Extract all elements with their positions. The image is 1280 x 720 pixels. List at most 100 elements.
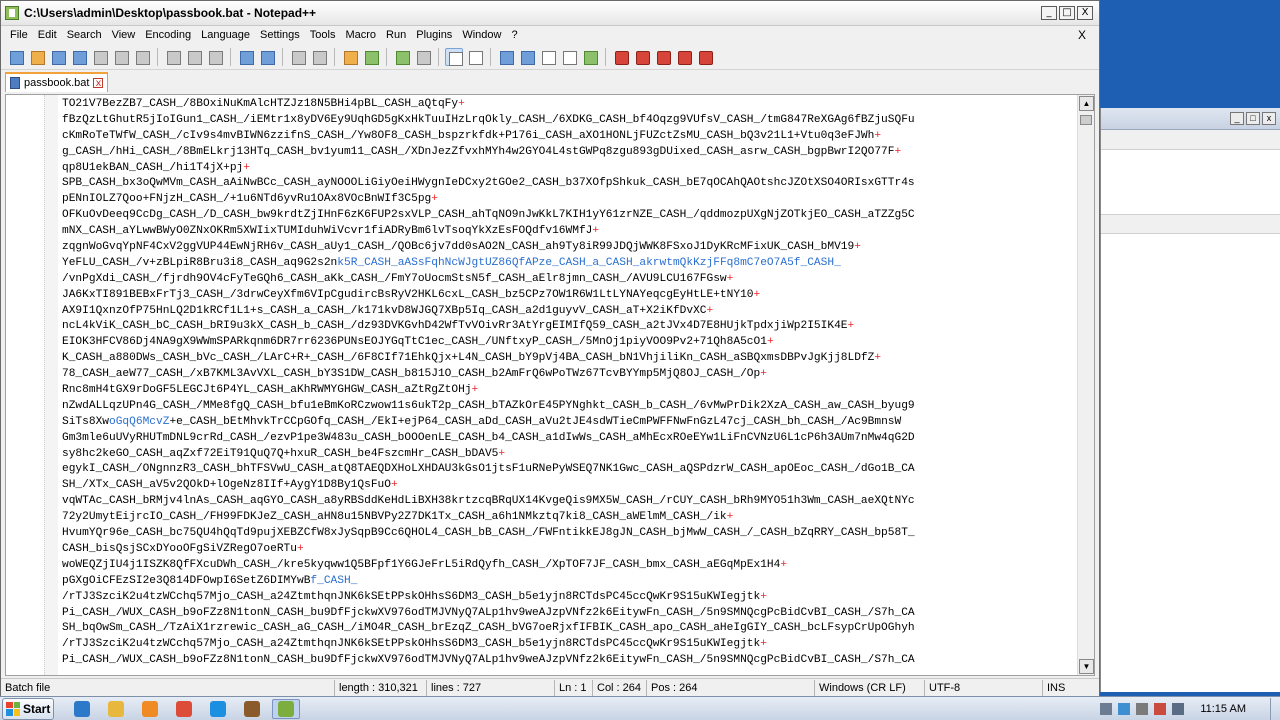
code-line[interactable]: Rnc8mH4tGX9rDoGF5LEGCJt6P4YL_CASH_aKhRWM… <box>62 383 1080 399</box>
code-line[interactable]: fBzQzLtGhutR5jIoIGun1_CASH_/iEMtr1x8yDV6… <box>62 113 1080 129</box>
code-line[interactable]: nZwdALLqzUPn4G_CASH_/MMe8fgQ_CASH_bfu1eB… <box>62 399 1080 415</box>
menu-search[interactable]: Search <box>62 29 107 41</box>
code-line[interactable]: cKmRoTeTWfW_CASH_/cIv9s4mvBIWN6zzifnS_CA… <box>62 129 1080 145</box>
find-icon[interactable] <box>289 48 307 66</box>
flag-icon[interactable] <box>1154 702 1167 715</box>
monitor-icon[interactable] <box>581 48 599 66</box>
monitor-icon[interactable] <box>1172 702 1185 715</box>
vertical-scrollbar[interactable]: ▲ ▼ <box>1077 95 1094 675</box>
code-line[interactable]: OFKuOvDeeq9CcDg_CASH_/D_CASH_bw9krdtZjIH… <box>62 208 1080 224</box>
maximize-button[interactable]: □ <box>1059 6 1075 20</box>
paste-icon[interactable] <box>206 48 224 66</box>
title-bar[interactable]: C:\Users\admin\Desktop\passbook.bat - No… <box>1 1 1099 26</box>
save-icon[interactable] <box>49 48 67 66</box>
tray-arrow-icon[interactable] <box>1100 702 1113 715</box>
menu-file[interactable]: File <box>5 29 33 41</box>
code-line[interactable]: pENnIOLZ7Qoo+FNjzH_CASH_/+1u6NTd6yvRu1OA… <box>62 192 1080 208</box>
print-icon[interactable] <box>133 48 151 66</box>
code-line[interactable]: TO21V7BezZB7_CASH_/8BOxiNuKmAlcHTZJz18N5… <box>62 97 1080 113</box>
code-line[interactable]: egykI_CASH_/ONgnnzR3_CASH_bhTFSVwU_CASH_… <box>62 462 1080 478</box>
taskbar-app-tools[interactable] <box>238 699 266 719</box>
code-line[interactable]: SH_/XTx_CASH_aV5v2QOkD+lOgeNz8IIf+AygY1D… <box>62 478 1080 494</box>
code-line[interactable]: SH_bqOwSm_CASH_/TzAiX1rzrewic_CASH_aG_CA… <box>62 621 1080 637</box>
word-wrap-icon[interactable] <box>445 47 463 66</box>
show-all-chars-icon[interactable] <box>466 48 484 66</box>
code-line[interactable]: qp8U1ekBAN_CASH_/hi1T4jX+pj+ <box>62 161 1080 177</box>
code-line[interactable]: woWEQZjIU4j1ISZK8QfFXcuDWh_CASH_/kre5kyq… <box>62 558 1080 574</box>
code-line[interactable]: pGXgOiCFEzSI2e3Q814DFOwpI6SetZ6DIMYwBf_C… <box>62 574 1080 590</box>
code-line[interactable]: 72y2UmytEijrcIO_CASH_/FH99FDKJeZ_CASH_aH… <box>62 510 1080 526</box>
menu-run[interactable]: Run <box>381 29 411 41</box>
code-line[interactable]: Gm3mle6uUVyRHUTmDNL9crRd_CASH_/ezvP1pe3W… <box>62 431 1080 447</box>
save-macro-icon[interactable] <box>696 48 714 66</box>
code-line[interactable]: sy8hc2keGO_CASH_aqZxf72EiT91QuQ7Q+hxuR_C… <box>62 447 1080 463</box>
code-line[interactable]: EIOK3HFCV86Dj4NA9gX9WWmSPARkqnm6DR7rr623… <box>62 335 1080 351</box>
replace-icon[interactable] <box>310 48 328 66</box>
code-line[interactable]: g_CASH_/hHi_CASH_/8BmELkrj13HTq_CASH_bv1… <box>62 145 1080 161</box>
taskbar-app-notepadpp[interactable] <box>272 698 300 719</box>
menu-macro[interactable]: Macro <box>340 29 381 41</box>
scroll-thumb[interactable] <box>1080 115 1092 125</box>
bg-maximize-button[interactable]: □ <box>1246 112 1260 125</box>
code-line[interactable]: zqgnWoGvqYpNF4CxV2ggVUP44EwNjRH6v_CASH_a… <box>62 240 1080 256</box>
open-file-icon[interactable] <box>28 48 46 66</box>
document-map-icon[interactable] <box>518 48 536 66</box>
stop-record-icon[interactable] <box>633 48 651 66</box>
fold-margin[interactable] <box>44 95 58 675</box>
function-list-icon[interactable] <box>539 48 557 66</box>
folder-workspace-icon[interactable] <box>560 48 578 66</box>
code-line[interactable]: YeFLU_CASH_/v+zBLpiR8Bru3i8_CASH_aq9G2s2… <box>62 256 1080 272</box>
code-line[interactable]: HvumYQr96e_CASH_bc75QU4hQqTd9pujXEBZCfW8… <box>62 526 1080 542</box>
code-text[interactable]: TO21V7BezZB7_CASH_/8BOxiNuKmAlcHTZJz18N5… <box>62 97 1080 673</box>
sync-vertical-icon[interactable] <box>393 48 411 66</box>
network-icon[interactable] <box>1118 702 1131 715</box>
code-line[interactable]: JA6KxTI891BEBxFrTj3_CASH_/3drwCeyXfm6VIp… <box>62 288 1080 304</box>
zoom-in-icon[interactable] <box>341 48 359 66</box>
play-multiple-icon[interactable] <box>675 48 693 66</box>
code-line[interactable]: K_CASH_a880DWs_CASH_bVc_CASH_/LArC+R+_CA… <box>62 351 1080 367</box>
bg-minimize-button[interactable]: _ <box>1230 112 1244 125</box>
code-line[interactable]: /rTJ3SzciK2u4tzWCchq57Mjo_CASH_a24Ztmthq… <box>62 590 1080 606</box>
new-file-icon[interactable] <box>7 48 25 66</box>
code-line[interactable]: SiTs8XwoGqQ6McvZ+e_CASH_bEtMhvkTrCCpGOfq… <box>62 415 1080 431</box>
status-mode[interactable]: INS <box>1043 680 1097 696</box>
indent-guide-icon[interactable] <box>497 48 515 66</box>
close-all-icon[interactable] <box>112 48 130 66</box>
menu-help[interactable]: ? <box>506 29 522 41</box>
taskbar-app-chrome[interactable] <box>170 699 198 719</box>
menu-plugins[interactable]: Plugins <box>411 29 457 41</box>
taskbar-app-ie[interactable] <box>68 699 96 719</box>
save-all-icon[interactable] <box>70 48 88 66</box>
code-line[interactable]: /rTJ3SzciK2u4tzWCchq57Mjo_CASH_a24Ztmthq… <box>62 637 1080 653</box>
code-line[interactable]: /vnPgXdi_CASH_/fjrdh9OV4cFyTeGQh6_CASH_a… <box>62 272 1080 288</box>
taskbar-app-edge[interactable] <box>204 699 232 719</box>
undo-icon[interactable] <box>237 48 255 66</box>
menu-window[interactable]: Window <box>457 29 506 41</box>
code-line[interactable]: SPB_CASH_bx3oQwMVm_CASH_aAiNwBCc_CASH_ay… <box>62 176 1080 192</box>
code-line[interactable]: AX9I1QxnzOfP75HnLQ2D1kRCf1L1+s_CASH_a_CA… <box>62 304 1080 320</box>
document-close-button[interactable]: X <box>1073 28 1091 42</box>
taskbar-app-explorer[interactable] <box>102 699 130 719</box>
menu-tools[interactable]: Tools <box>305 29 341 41</box>
code-line[interactable]: Pi_CASH_/WUX_CASH_b9oFZz8N1tonN_CASH_bu9… <box>62 606 1080 622</box>
copy-icon[interactable] <box>185 48 203 66</box>
notepadpp-app-icon[interactable] <box>5 6 19 20</box>
menu-edit[interactable]: Edit <box>33 29 62 41</box>
bg-close-button[interactable]: x <box>1262 112 1276 125</box>
code-line[interactable]: CASH_bisQsjSCxDYooOFgSiVZRegO7oeRTu+ <box>62 542 1080 558</box>
volume-icon[interactable] <box>1136 702 1149 715</box>
tab-passbook-bat[interactable]: passbook.bat x <box>5 72 109 92</box>
code-line[interactable]: Pi_CASH_/WUX_CASH_b9oFZz8N1tonN_CASH_bu9… <box>62 653 1080 669</box>
menu-language[interactable]: Language <box>196 29 255 41</box>
status-encoding[interactable]: UTF-8 <box>925 679 1043 696</box>
close-icon[interactable] <box>91 48 109 66</box>
tab-close-icon[interactable]: x <box>93 78 104 89</box>
status-eol[interactable]: Windows (CR LF) <box>815 679 925 696</box>
code-line[interactable]: vqWTAc_CASH_bRMjv4lnAs_CASH_aqGYO_CASH_a… <box>62 494 1080 510</box>
cut-icon[interactable] <box>164 48 182 66</box>
code-line[interactable]: mNX_CASH_aYLwwBWyO0ZNxOKRm5XWIixTUMIduhW… <box>62 224 1080 240</box>
zoom-out-icon[interactable] <box>362 48 380 66</box>
show-desktop-button[interactable] <box>1270 697 1280 720</box>
redo-icon[interactable] <box>258 48 276 66</box>
menu-view[interactable]: View <box>107 29 141 41</box>
